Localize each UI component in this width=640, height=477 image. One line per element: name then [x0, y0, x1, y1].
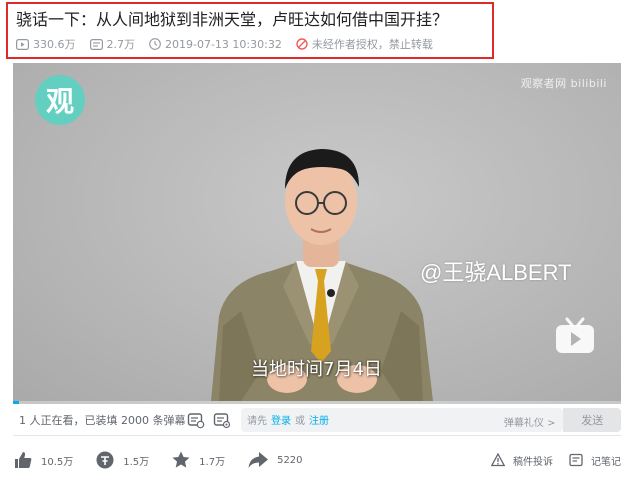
bilibili-tv-icon	[556, 317, 594, 353]
like-button[interactable]: 10.5万	[13, 450, 73, 470]
share-arrow-icon	[248, 452, 269, 468]
video-toolbar: 10.5万 1.5万 1.7万 5220 稿件投诉 记笔记	[13, 446, 621, 474]
publish-time: 2019-07-13 10:30:32	[149, 38, 282, 51]
send-danmaku-button[interactable]: 发送	[563, 407, 621, 432]
watching-count: 1 人正在看，已装填 2000 条弹幕	[19, 413, 186, 427]
notes-button[interactable]: 记笔记	[569, 453, 621, 468]
danmaku-count: 2.7万	[89, 36, 135, 52]
share-button[interactable]: 5220	[247, 450, 303, 470]
notes-label: 记笔记	[591, 456, 621, 468]
video-title-section: 骁话一下：从人间地狱到非洲天堂，卢旺达如何借中国开挂？ 330.6万 2.7万 …	[6, 2, 494, 59]
view-count: 330.6万	[16, 36, 76, 52]
danmaku-input-or: 或	[295, 416, 305, 427]
like-count: 10.5万	[41, 456, 74, 468]
thumbs-up-icon	[15, 452, 32, 468]
danmaku-settings-button[interactable]	[211, 409, 233, 431]
login-link[interactable]: 登录	[271, 412, 291, 427]
video-title: 骁话一下：从人间地狱到非洲天堂，卢旺达如何借中国开挂？	[16, 10, 449, 29]
favorite-button[interactable]: 1.7万	[171, 450, 225, 470]
forbidden-icon	[296, 38, 308, 50]
star-icon	[172, 451, 190, 468]
danmaku-icon	[89, 38, 103, 50]
danmaku-input-prefix: 请先	[247, 416, 267, 427]
danmaku-toggle-icon	[187, 412, 205, 428]
danmaku-input[interactable]: 请先 登录 或 注册 弹幕礼仪 >	[241, 407, 564, 432]
play-count-icon	[16, 38, 29, 50]
danmaku-toggle-button[interactable]	[185, 409, 207, 431]
danmaku-bar: 1 人正在看，已装填 2000 条弹幕 请先 登录 或 注册 弹幕礼仪 > 发送	[13, 404, 621, 436]
register-link[interactable]: 注册	[309, 412, 329, 427]
video-subtitle: 当地时间7月4日	[251, 359, 382, 380]
report-button[interactable]: 稿件投诉	[491, 453, 553, 468]
video-player[interactable]: 观 观察者网 bilibili @王骁ALBERT 当地时间7月4日	[13, 63, 621, 404]
notes-icon	[569, 453, 583, 467]
danmaku-etiquette-link[interactable]: 弹幕礼仪 >	[504, 414, 556, 429]
report-label: 稿件投诉	[513, 456, 553, 468]
favorite-count: 1.7万	[199, 456, 226, 468]
share-count: 5220	[277, 454, 303, 466]
warning-icon	[491, 453, 505, 467]
coin-icon	[96, 451, 114, 469]
toolbar-right: 稿件投诉 记笔记	[475, 453, 621, 468]
video-meta: 330.6万 2.7万 2019-07-13 10:30:32 未经作者授权，禁…	[16, 36, 484, 52]
coin-count: 1.5万	[123, 456, 150, 468]
danmaku-settings-icon	[213, 412, 231, 428]
danmaku-toggles	[185, 409, 237, 431]
channel-logo: 观	[35, 75, 85, 125]
presenter-handle-overlay: @王骁ALBERT	[420, 260, 572, 285]
copyright-notice: 未经作者授权，禁止转载	[296, 36, 433, 52]
bilibili-watermark: 观察者网 bilibili	[520, 77, 607, 90]
clock-icon	[149, 38, 161, 50]
coin-button[interactable]: 1.5万	[95, 450, 149, 470]
